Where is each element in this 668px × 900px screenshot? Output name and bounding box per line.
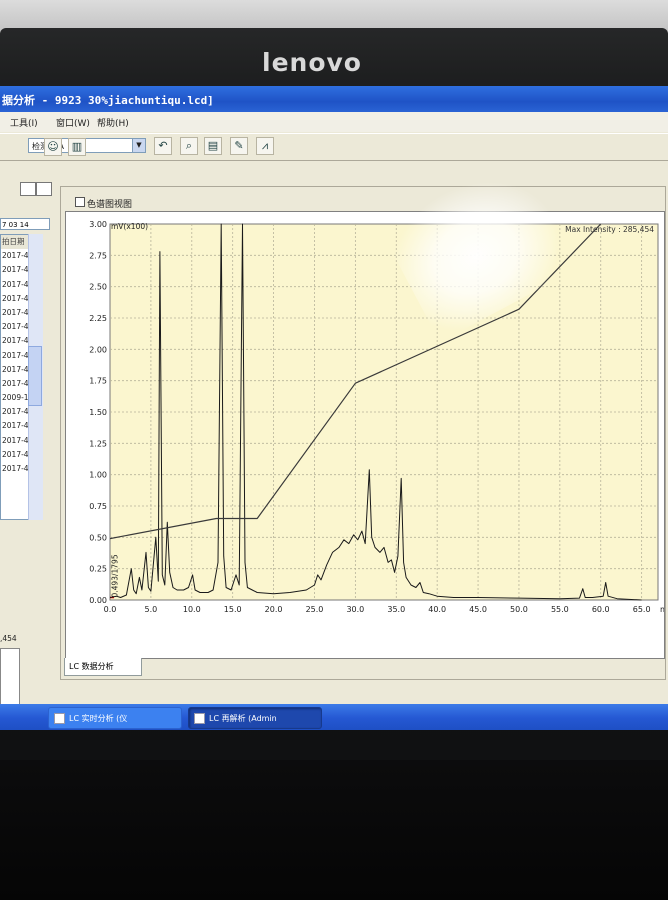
layout-icon[interactable]: ▤ [204,137,222,155]
window-title: 据分析 - 9923 30%jiachuntiqu.lcd] [2,94,214,107]
taskbar-item-label: LC 再解析 (Admin [209,714,277,723]
y-tick-label: 3.00 [89,220,107,229]
monitor-lower-bezel [0,760,668,900]
x-tick-label: 60.0 [592,605,610,614]
tab-lc-data-analysis[interactable]: LC 数据分析 [64,658,142,676]
peak-annotation: 0.493/1795 [110,554,119,597]
screen: 据分析 - 9923 30%jiachuntiqu.lcd] 工具(I) 窗口(… [0,86,668,730]
x-tick-label: 45.0 [469,605,487,614]
y-tick-label: 1.75 [89,377,107,386]
tab-label: LC 数据分析 [69,662,114,671]
x-tick-label: 40.0 [428,605,446,614]
peak-icon[interactable]: ⩘ [256,137,274,155]
data-browser-panel: 7 03 14 拍日期 2017-4 2017-4 2017-4 2017-4 … [0,176,56,730]
chromatogram-icon [75,197,85,207]
x-tick-label: 35.0 [387,605,405,614]
y-axis-label: mV(x100) [111,222,148,231]
x-tick-label: 25.0 [306,605,324,614]
edit-icon[interactable]: ✎ [230,137,248,155]
undo-icon[interactable]: ↶ [154,137,172,155]
taskbar-item-reanalysis[interactable]: LC 再解析 (Admin [188,707,322,729]
menu-help[interactable]: 帮助(H) [97,116,129,129]
date-field[interactable]: 7 03 14 [0,218,50,230]
date-field-value: 7 03 14 [2,221,29,229]
toolbar: 检测器 A ▼ ↶ ⌕ ▤ ✎ ⩘ ☺ ▥ [0,133,668,161]
panel-restore-icon[interactable] [36,182,52,196]
zoom-icon[interactable]: ⌕ [180,137,198,155]
y-tick-label: 0.00 [89,596,107,605]
x-axis-label: min [660,605,664,614]
chromatogram-chart[interactable]: 0.0 5.0 10.0 15.0 20.0 25.0 30.0 35.0 40.0 45.0 50… [66,212,668,658]
x-tick-label: 20.0 [265,605,283,614]
max-intensity-label: Max Intensity : 285,454 [565,225,654,234]
x-tick-label: 5.0 [145,605,158,614]
y-tick-label: 0.25 [89,565,107,574]
taskbar-item-label: LC 实时分析 (仪 [69,714,128,723]
panel-title: 色谱图视图 [87,200,133,210]
menu-tools[interactable]: 工具(I) [10,116,38,129]
monitor-brand-logo: lenovo [262,48,362,77]
chevron-down-icon[interactable]: ▼ [132,139,145,152]
x-tick-label: 10.0 [183,605,201,614]
y-tick-label: 1.50 [89,408,107,417]
y-tick-label: 2.75 [89,251,107,260]
y-tick-label: 0.50 [89,533,107,542]
x-tick-label: 0.0 [104,605,117,614]
y-tick-label: 1.25 [89,439,107,448]
people-icon[interactable]: ☺ [44,138,62,156]
mini-max-value: ,454 [0,634,17,643]
y-tick-label: 1.00 [89,471,107,480]
panel-toggle-icon[interactable] [20,182,36,196]
x-tick-label: 15.0 [224,605,242,614]
x-tick-label: 65.0 [633,605,651,614]
chart-area[interactable]: 0.0 5.0 10.0 15.0 20.0 25.0 30.0 35.0 40.0 45.0 50… [65,211,668,659]
list-scrollbar-thumb[interactable] [28,346,42,406]
y-tick-label: 0.75 [89,502,107,511]
menu-bar: 工具(I) 窗口(W) 帮助(H) [0,112,668,132]
window-titlebar[interactable]: 据分析 - 9923 30%jiachuntiqu.lcd] [0,86,668,112]
x-tick-label: 30.0 [346,605,364,614]
bars-icon[interactable]: ▥ [68,138,86,156]
menu-window[interactable]: 窗口(W) [56,116,90,129]
chromatogram-panel: 色谱图视图 0.0 5.0 10.0 15.0 20.0 25.0 30.0 35.0 40.0… [60,186,668,680]
x-tick-label: 55.0 [551,605,569,614]
app-icon [54,713,65,724]
taskbar: LC 实时分析 (仪 LC 再解析 (Admin [0,704,668,730]
y-tick-label: 2.00 [89,345,107,354]
y-tick-label: 2.50 [89,283,107,292]
y-tick-label: 2.25 [89,314,107,323]
taskbar-item-realtime[interactable]: LC 实时分析 (仪 [48,707,182,729]
x-tick-label: 50.0 [510,605,528,614]
app-icon [194,713,205,724]
